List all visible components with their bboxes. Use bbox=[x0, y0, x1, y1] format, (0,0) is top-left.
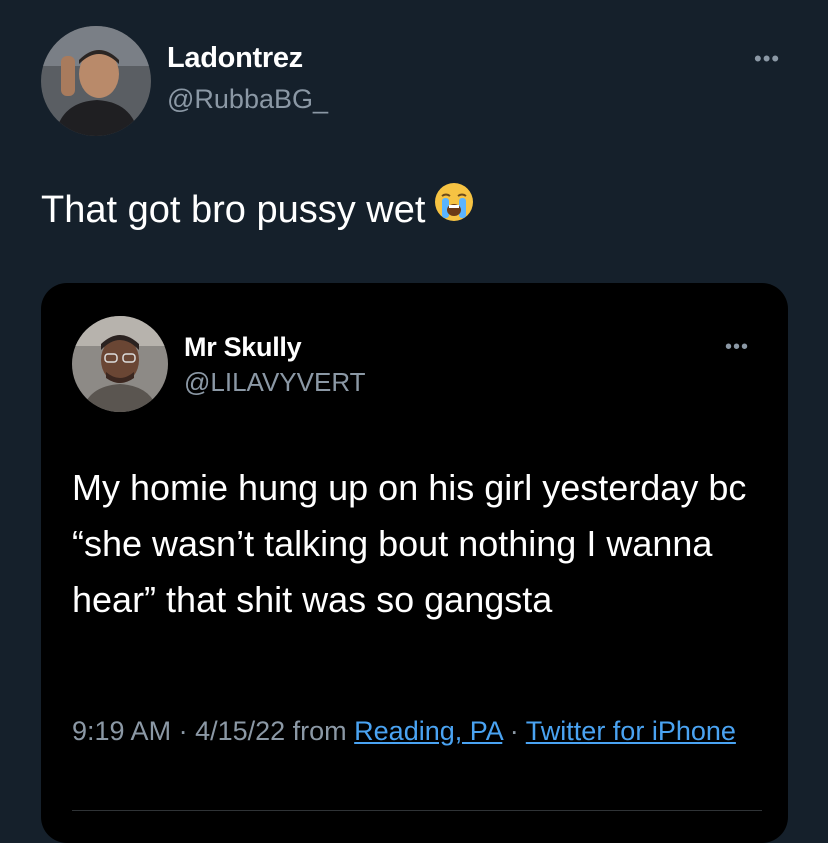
tweet-date[interactable]: 4/15/22 bbox=[195, 716, 285, 746]
source-link[interactable]: Twitter for iPhone bbox=[526, 716, 736, 746]
location-link[interactable]: Reading, PA bbox=[354, 716, 502, 746]
divider bbox=[72, 810, 762, 811]
more-options-icon[interactable]: ••• bbox=[754, 48, 780, 70]
meta-separator: · bbox=[171, 716, 196, 746]
tweet-text-content: That got bro pussy wet bbox=[41, 189, 426, 231]
loudly-crying-face-emoji-icon bbox=[433, 181, 475, 237]
author-handle[interactable]: @RubbaBG_ bbox=[167, 84, 328, 115]
tweet: Ladontrez @RubbaBG_ ••• That got bro pus… bbox=[0, 0, 828, 843]
quoted-author-name[interactable]: Mr Skully bbox=[184, 332, 302, 363]
more-options-icon[interactable]: ••• bbox=[725, 337, 749, 357]
from-label: from bbox=[285, 716, 355, 746]
quoted-tweet-text: My homie hung up on his girl yesterday b… bbox=[72, 467, 747, 620]
meta-separator: · bbox=[502, 716, 526, 746]
tweet-text: That got bro pussy wet bbox=[41, 181, 475, 237]
quoted-tweet-card[interactable]: Mr Skully @LILAVYVERT ••• My homie hung … bbox=[41, 283, 788, 843]
profile-photo-icon bbox=[72, 316, 168, 412]
author-avatar[interactable] bbox=[41, 26, 151, 136]
author-name[interactable]: Ladontrez bbox=[167, 42, 303, 75]
tweet-time[interactable]: 9:19 AM bbox=[72, 716, 171, 746]
profile-photo-icon bbox=[41, 26, 151, 136]
quoted-author-avatar[interactable] bbox=[72, 316, 168, 412]
quoted-tweet-meta: 9:19 AM · 4/15/22 from Reading, PA · Twi… bbox=[72, 712, 752, 750]
quoted-author-handle[interactable]: @LILAVYVERT bbox=[184, 367, 366, 398]
